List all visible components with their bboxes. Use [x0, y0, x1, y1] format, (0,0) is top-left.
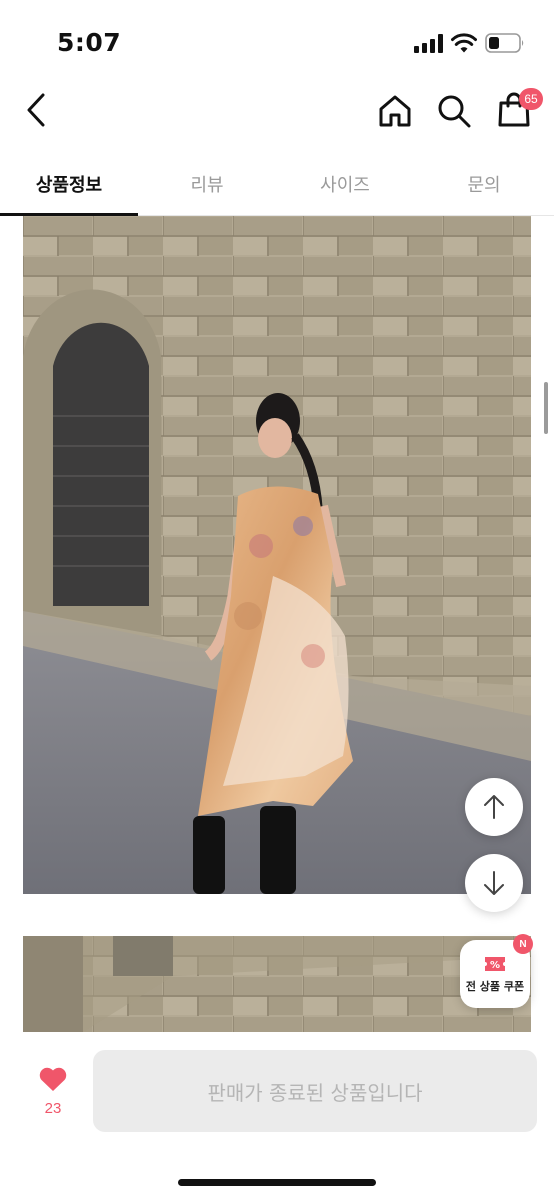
cellular-signal-icon	[414, 34, 444, 53]
scrollbar[interactable]	[544, 382, 548, 434]
wifi-icon	[451, 33, 477, 53]
bottom-action-bar: 23 판매가 종료된 상품입니다	[0, 1036, 554, 1200]
status-bar: 5:07	[0, 0, 554, 76]
search-button[interactable]	[434, 90, 474, 132]
product-image	[23, 936, 531, 1032]
back-button[interactable]	[18, 88, 54, 132]
scroll-down-button[interactable]	[465, 854, 523, 912]
home-button[interactable]	[374, 90, 416, 132]
product-image	[23, 216, 531, 894]
svg-text:%: %	[490, 960, 500, 971]
like-button[interactable]: 23	[36, 1066, 70, 1126]
status-time: 5:07	[57, 28, 122, 57]
product-tabs: 상품정보 리뷰 사이즈 문의	[0, 152, 554, 216]
battery-icon	[485, 33, 524, 53]
chevron-left-icon	[27, 93, 45, 127]
tab-inquiry[interactable]: 문의	[414, 152, 554, 215]
arrow-down-icon	[484, 871, 504, 895]
top-nav-bar	[0, 76, 554, 152]
tab-size[interactable]: 사이즈	[276, 152, 414, 215]
new-badge: N	[513, 934, 533, 954]
scroll-up-button[interactable]	[465, 778, 523, 836]
sold-out-button: 판매가 종료된 상품입니다	[93, 1050, 537, 1132]
tab-product-info[interactable]: 상품정보	[0, 152, 138, 215]
heart-icon	[39, 1067, 67, 1091]
search-icon	[438, 95, 471, 128]
like-count: 23	[44, 1100, 62, 1117]
coupon-label: 전 상품 쿠폰	[465, 980, 525, 993]
cart-count-badge: 65	[519, 88, 543, 110]
coupon-ticket-icon: %	[485, 957, 505, 971]
arrow-up-icon	[484, 795, 504, 819]
home-indicator	[178, 1179, 376, 1186]
tab-reviews[interactable]: 리뷰	[138, 152, 276, 215]
home-icon	[379, 95, 411, 127]
